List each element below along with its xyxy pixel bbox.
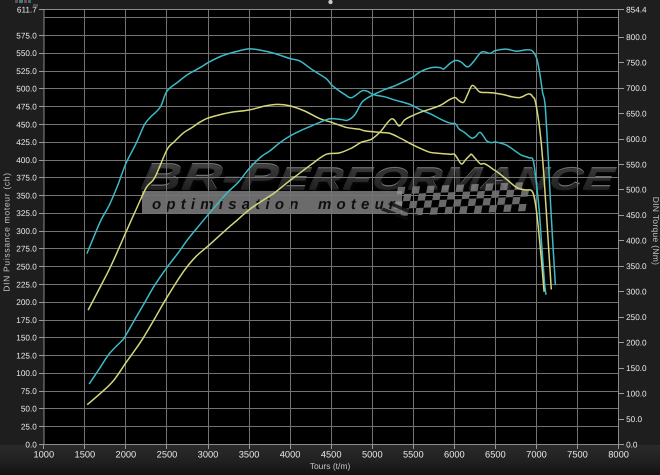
- svg-text:854.4: 854.4: [626, 5, 647, 14]
- svg-text:100.0: 100.0: [16, 369, 37, 378]
- svg-text:325.0: 325.0: [16, 209, 37, 218]
- svg-text:750.0: 750.0: [626, 59, 647, 68]
- svg-text:8000: 8000: [608, 450, 629, 460]
- svg-text:6500: 6500: [485, 450, 506, 460]
- svg-text:500.0: 500.0: [16, 85, 37, 94]
- svg-text:275.0: 275.0: [16, 245, 37, 254]
- svg-text:4500: 4500: [321, 450, 342, 460]
- svg-text:3000: 3000: [198, 450, 219, 460]
- svg-text:550.0: 550.0: [626, 160, 647, 169]
- svg-text:optimisation moteur: optimisation moteur: [152, 196, 400, 213]
- svg-text:6000: 6000: [444, 450, 465, 460]
- svg-text:475.0: 475.0: [16, 103, 37, 112]
- svg-text:3500: 3500: [239, 450, 260, 460]
- svg-text:50.0: 50.0: [626, 415, 642, 424]
- svg-text:Tours (t/m): Tours (t/m): [310, 461, 351, 471]
- svg-text:DIN Puissance moteur (ch): DIN Puissance moteur (ch): [2, 172, 12, 292]
- svg-text:0.0: 0.0: [626, 440, 638, 449]
- svg-text:2000: 2000: [116, 450, 137, 460]
- svg-text:300.0: 300.0: [16, 227, 37, 236]
- svg-text:575.0: 575.0: [16, 31, 37, 40]
- svg-text:350.0: 350.0: [16, 191, 37, 200]
- svg-text:4000: 4000: [280, 450, 301, 460]
- svg-text:400.0: 400.0: [16, 156, 37, 165]
- svg-text:250.0: 250.0: [626, 313, 647, 322]
- svg-text:1500: 1500: [75, 450, 96, 460]
- svg-text:175.0: 175.0: [16, 316, 37, 325]
- svg-text:5500: 5500: [403, 450, 424, 460]
- svg-text:7500: 7500: [567, 450, 588, 460]
- svg-text:150.0: 150.0: [626, 364, 647, 373]
- svg-text:5000: 5000: [362, 450, 383, 460]
- svg-text:1000: 1000: [33, 450, 54, 460]
- svg-text:200.0: 200.0: [16, 298, 37, 307]
- svg-text:75.0: 75.0: [21, 387, 37, 396]
- svg-text:650.0: 650.0: [626, 109, 647, 118]
- svg-text:525.0: 525.0: [16, 67, 37, 76]
- svg-text:125.0: 125.0: [16, 351, 37, 360]
- svg-text:100.0: 100.0: [626, 389, 647, 398]
- svg-text:250.0: 250.0: [16, 263, 37, 272]
- svg-text:350.0: 350.0: [626, 262, 647, 271]
- svg-text:300.0: 300.0: [626, 288, 647, 297]
- svg-text:0.0: 0.0: [25, 440, 37, 449]
- svg-text:450.0: 450.0: [16, 120, 37, 129]
- svg-text:150.0: 150.0: [16, 334, 37, 343]
- svg-text:375.0: 375.0: [16, 174, 37, 183]
- svg-text:550.0: 550.0: [16, 49, 37, 58]
- svg-text:700.0: 700.0: [626, 84, 647, 93]
- svg-text:200.0: 200.0: [626, 339, 647, 348]
- svg-text:600.0: 600.0: [626, 135, 647, 144]
- svg-text:425.0: 425.0: [16, 138, 37, 147]
- svg-text:DIN Torque (Nm): DIN Torque (Nm): [651, 197, 660, 266]
- svg-text:50.0: 50.0: [21, 405, 37, 414]
- svg-text:450.0: 450.0: [626, 211, 647, 220]
- svg-text:800.0: 800.0: [626, 33, 647, 42]
- svg-text:400.0: 400.0: [626, 237, 647, 246]
- svg-text:25.0: 25.0: [21, 423, 37, 432]
- svg-text:7000: 7000: [526, 450, 547, 460]
- svg-text:2500: 2500: [157, 450, 178, 460]
- svg-text:500.0: 500.0: [626, 186, 647, 195]
- svg-text:225.0: 225.0: [16, 280, 37, 289]
